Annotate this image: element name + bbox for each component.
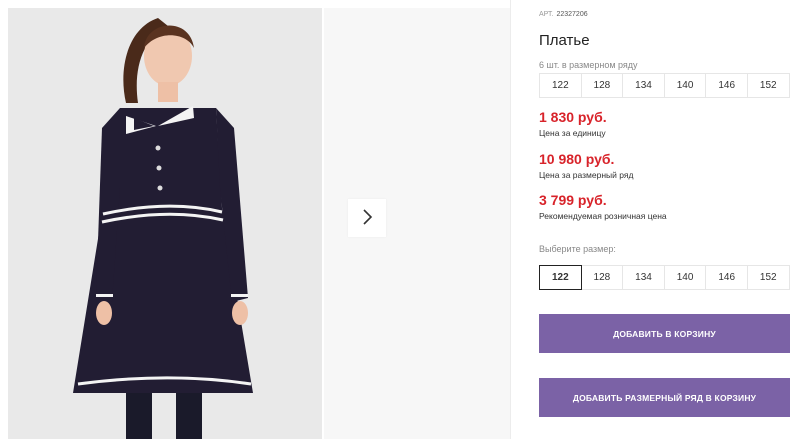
size-row-item: 128	[580, 73, 624, 98]
size-row-label: 6 шт. в размерном ряду	[539, 60, 638, 70]
row-price-caption: Цена за размерный ряд	[539, 170, 634, 180]
size-option-146[interactable]: 146	[705, 265, 748, 290]
size-option-134[interactable]: 134	[622, 265, 665, 290]
row-price: 10 980 руб.	[539, 151, 615, 167]
size-row-item: 134	[622, 73, 665, 98]
size-row-item: 122	[539, 73, 582, 98]
size-row-item: 140	[663, 73, 707, 98]
unit-price-caption: Цена за единицу	[539, 128, 606, 138]
unit-price: 1 830 руб.	[539, 109, 607, 125]
size-option-128[interactable]: 128	[580, 265, 624, 290]
panel-divider	[510, 0, 511, 439]
article-label: АРТ.	[539, 11, 554, 18]
product-photo[interactable]	[8, 8, 322, 439]
size-row-item: 146	[705, 73, 748, 98]
size-option-152[interactable]: 152	[746, 265, 790, 290]
size-selector: 122 128 134 140 146 152	[539, 265, 790, 290]
article-number: АРТ. 22327206	[539, 11, 588, 18]
add-to-cart-button[interactable]: ДОБАВИТЬ В КОРЗИНУ	[539, 314, 790, 353]
size-row-item: 152	[746, 73, 790, 98]
size-select-label: Выберите размер:	[539, 244, 616, 254]
size-row-list: 122 128 134 140 146 152	[539, 73, 790, 98]
article-value: 22327206	[556, 11, 588, 18]
size-option-122[interactable]: 122	[539, 265, 582, 290]
chevron-right-icon	[361, 208, 373, 228]
size-option-140[interactable]: 140	[663, 265, 707, 290]
product-gallery	[0, 0, 510, 439]
product-title: Платье	[539, 32, 590, 49]
gallery-next-button[interactable]	[348, 199, 386, 237]
retail-price-caption: Рекомендуемая розничная цена	[539, 211, 667, 221]
retail-price: 3 799 руб.	[539, 192, 607, 208]
add-size-row-to-cart-button[interactable]: ДОБАВИТЬ РАЗМЕРНЫЙ РЯД В КОРЗИНУ	[539, 378, 790, 417]
